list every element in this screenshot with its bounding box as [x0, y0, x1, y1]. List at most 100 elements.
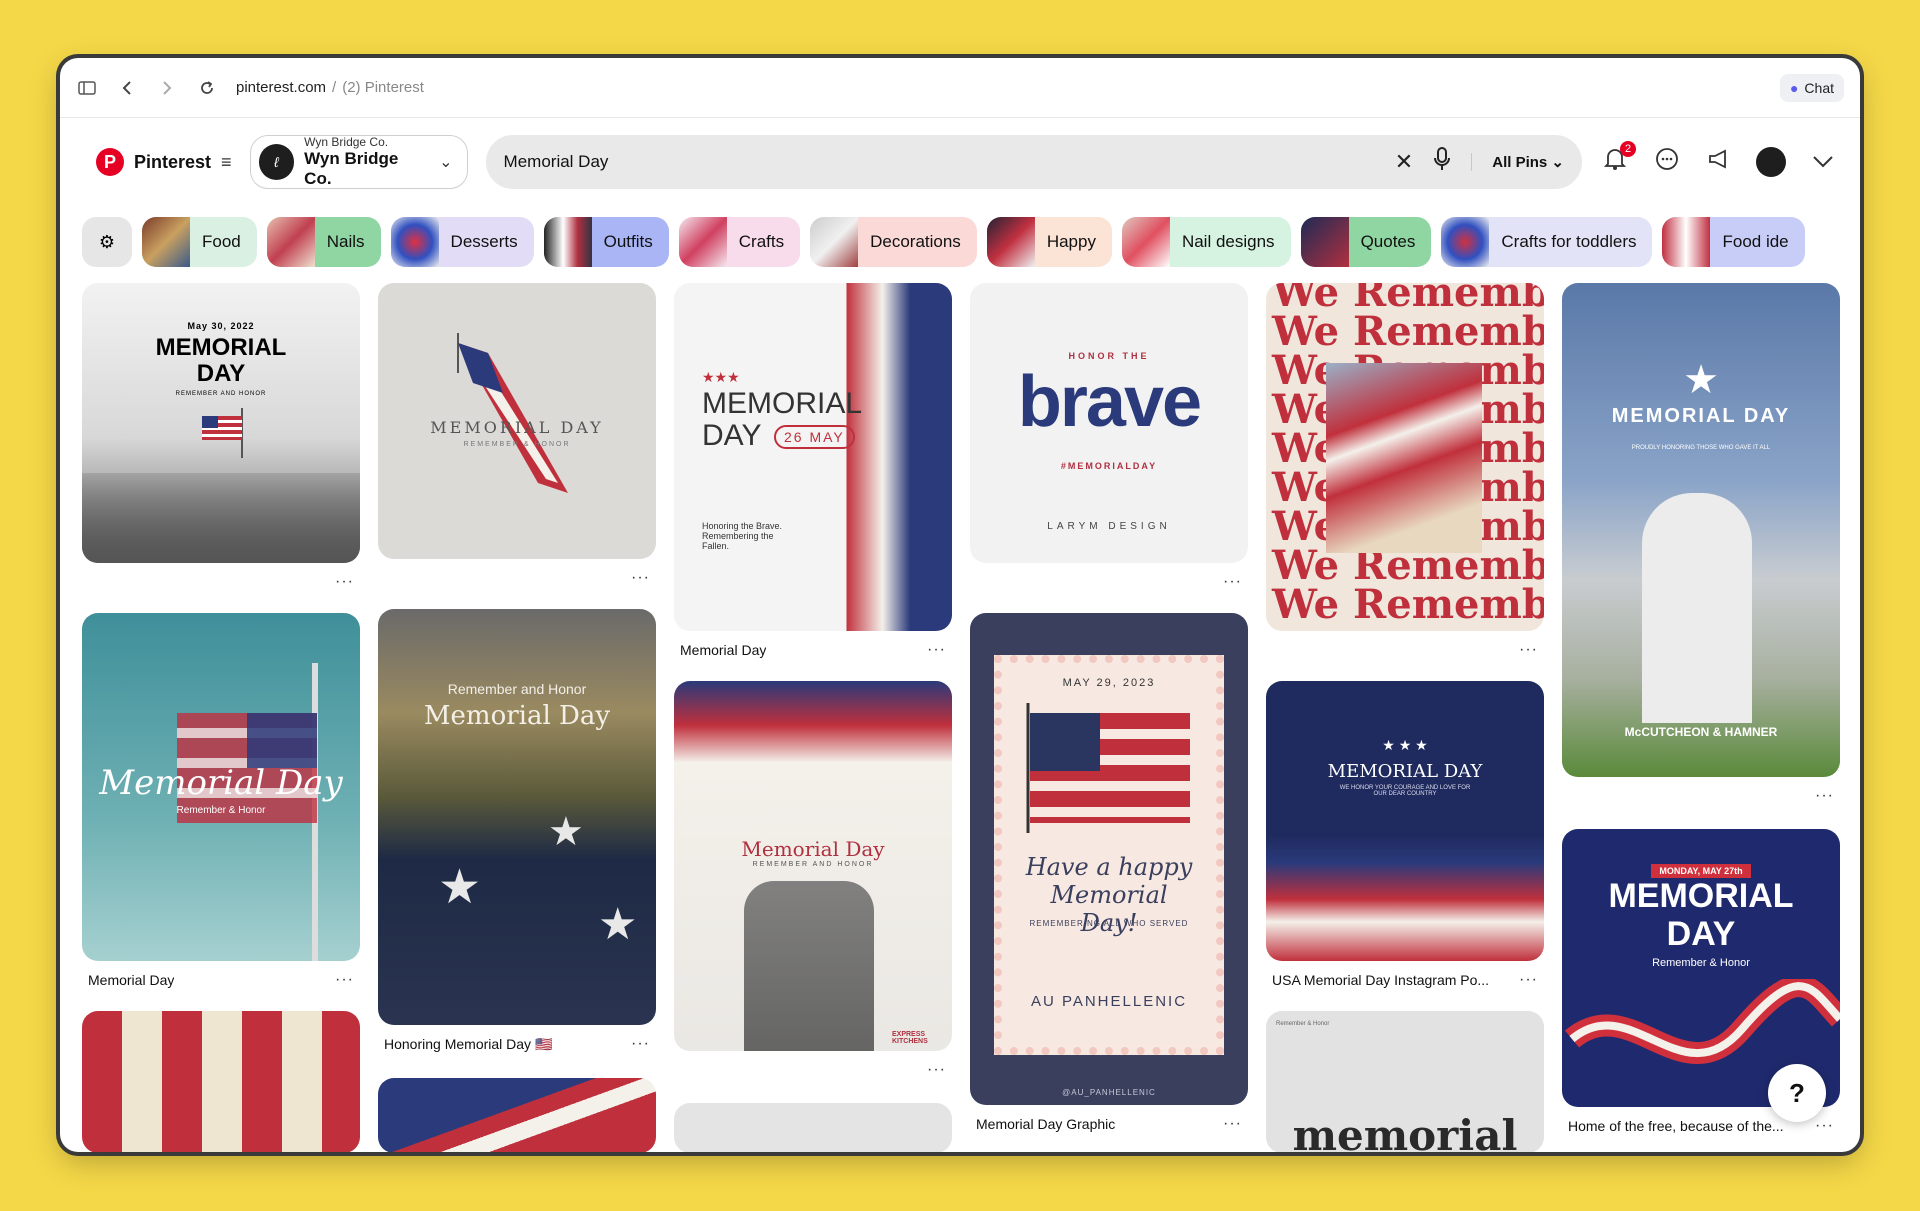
updates-megaphone-icon[interactable] — [1704, 148, 1734, 176]
clear-search-icon[interactable]: ✕ — [1395, 149, 1413, 175]
sidebar-toggle-icon[interactable] — [76, 77, 98, 99]
messages-icon[interactable] — [1652, 147, 1682, 177]
notification-badge: 2 — [1620, 141, 1636, 157]
pin-image[interactable] — [674, 1103, 952, 1152]
pin-heading: memorial — [1292, 1111, 1518, 1152]
pin-footer: Memorial Day ··· — [82, 961, 360, 991]
pin-card[interactable]: MEMORIAL DAY REMEMBER & HONOR ··· — [378, 283, 656, 589]
pin-card[interactable]: Memorial Day REMEMBER AND HONOR EXPRESS … — [674, 681, 952, 1081]
pin-image[interactable]: Memorial Day Remember & Honor — [82, 613, 360, 961]
pin-image[interactable] — [82, 1011, 360, 1152]
chip-food[interactable]: Food — [142, 217, 257, 267]
star-icon: ★ — [548, 810, 584, 854]
forward-icon[interactable] — [156, 77, 178, 99]
chip-label: Happy — [1046, 232, 1096, 251]
chip-quotes[interactable]: Quotes — [1300, 217, 1432, 267]
pin-image[interactable]: MEMORIAL DAY REMEMBER & HONOR — [378, 283, 656, 559]
pin-image[interactable]: MAY 29, 2023 Have a happy Memorial Day! … — [970, 613, 1248, 1105]
more-options-icon[interactable]: ··· — [927, 641, 946, 659]
chip-nail-designs[interactable]: Nail designs — [1121, 217, 1291, 267]
chip-thumbnail — [1121, 217, 1170, 267]
chip-decorations[interactable]: Decorations — [810, 217, 977, 267]
pin-stars: ★★★ — [702, 369, 740, 385]
pin-image[interactable]: Remember and Honor Memorial Day ★ ★ ★ — [378, 609, 656, 1025]
pin-image[interactable]: We Remember We Remember We Remember We R… — [1266, 283, 1544, 631]
back-icon[interactable] — [116, 77, 138, 99]
pin-title: Home of the free, because of the... — [1568, 1118, 1784, 1134]
more-options-icon[interactable]: ··· — [631, 1035, 650, 1053]
account-switcher[interactable]: ℓ Wyn Bridge Co. Wyn Bridge Co. ⌄ — [249, 135, 468, 189]
pin-card[interactable] — [82, 1011, 360, 1152]
pin-image[interactable]: HONOR THE brave #MEMORIALDAY LARYM DESIG… — [970, 283, 1248, 563]
chip-crafts[interactable]: Crafts — [678, 217, 801, 267]
pin-card[interactable]: HONOR THE brave #MEMORIALDAY LARYM DESIG… — [970, 283, 1248, 593]
more-options-icon[interactable]: ··· — [1223, 573, 1242, 591]
pin-image[interactable]: Remember & Honor memorial — [1266, 1011, 1544, 1152]
chip-label: Desserts — [450, 232, 518, 251]
notifications-icon[interactable]: 2 — [1600, 141, 1636, 177]
pin-image[interactable] — [378, 1078, 656, 1152]
more-options-icon[interactable]: ··· — [927, 1061, 946, 1079]
address-bar[interactable]: pinterest.com / (2) Pinterest — [236, 79, 424, 96]
pin-subheading: Remember & Honor — [176, 805, 266, 816]
search-input[interactable]: Memorial Day — [504, 152, 1375, 172]
chip-thumbnail — [266, 217, 315, 267]
chip-crafts-for-toddlers[interactable]: Crafts for toddlers — [1441, 217, 1653, 267]
pin-footer: ··· — [970, 563, 1248, 593]
reload-icon[interactable] — [196, 77, 218, 99]
search-bar[interactable]: Memorial Day ✕ All Pins ⌄ — [485, 135, 1582, 189]
profile-avatar[interactable] — [1756, 147, 1786, 177]
chevron-down-icon: ⌄ — [1551, 154, 1564, 171]
help-button[interactable]: ? — [1768, 1064, 1826, 1122]
more-options-icon[interactable]: ··· — [1815, 1117, 1834, 1135]
filters-icon[interactable]: ⚙ — [82, 217, 132, 267]
stamp-frame: MAY 29, 2023 Have a happy Memorial Day! … — [994, 655, 1224, 1055]
more-options-icon[interactable]: ··· — [335, 573, 354, 591]
pin-image[interactable]: ★ MEMORIAL DAY PROUDLY HONORING THOSE WH… — [1562, 283, 1840, 777]
pin-card[interactable]: ★ ★ ★ MEMORIAL DAY WE HONOR YOUR COURAGE… — [1266, 681, 1544, 991]
pin-image[interactable]: Memorial Day REMEMBER AND HONOR EXPRESS … — [674, 681, 952, 1051]
pin-card[interactable]: MAY 29, 2023 Have a happy Memorial Day! … — [970, 613, 1248, 1135]
pin-footer: ··· — [674, 1051, 952, 1081]
pin-image[interactable]: May 30, 2022 MEMORIAL DAY REMEMBER AND H… — [82, 283, 360, 563]
pin-card[interactable]: We Remember We Remember We Remember We R… — [1266, 283, 1544, 661]
chip-happy[interactable]: Happy — [986, 217, 1112, 267]
pinterest-logo[interactable]: Pinterest ≡ — [82, 148, 232, 176]
pin-card[interactable] — [378, 1078, 656, 1152]
all-pins-filter[interactable]: All Pins ⌄ — [1471, 153, 1564, 171]
pin-card[interactable]: ★★★ MEMORIAL DAY 26 MAY Honoring the Bra… — [674, 283, 952, 661]
pin-card[interactable]: ★ MEMORIAL DAY PROUDLY HONORING THOSE WH… — [1562, 283, 1840, 807]
pin-footer: ··· — [1266, 631, 1544, 661]
chip-desserts[interactable]: Desserts — [390, 217, 534, 267]
more-options-icon[interactable]: ··· — [1519, 971, 1538, 989]
more-options-icon[interactable]: ··· — [1815, 787, 1834, 805]
flag-icon — [202, 408, 243, 458]
more-options-icon[interactable]: ··· — [335, 971, 354, 989]
chip-nails[interactable]: Nails — [266, 217, 381, 267]
pin-image[interactable]: ★★★ MEMORIAL DAY 26 MAY Honoring the Bra… — [674, 283, 952, 631]
pin-card[interactable] — [674, 1103, 952, 1152]
chat-button[interactable]: ● Chat — [1779, 73, 1844, 102]
pin-card[interactable]: Remember and Honor Memorial Day ★ ★ ★ Ho… — [378, 609, 656, 1055]
chip-food-ideas[interactable]: Food ide — [1662, 217, 1805, 267]
account-label-big: Wyn Bridge Co. — [304, 149, 399, 188]
pin-image[interactable]: ★ ★ ★ MEMORIAL DAY WE HONOR YOUR COURAGE… — [1266, 681, 1544, 961]
pin-card[interactable]: May 30, 2022 MEMORIAL DAY REMEMBER AND H… — [82, 283, 360, 593]
refine-chips: ⚙ Food Nails Desserts Outfits Crafts Dec… — [60, 212, 1860, 272]
microphone-icon[interactable] — [1433, 147, 1451, 177]
chip-label: Crafts for toddlers — [1501, 232, 1637, 251]
more-options-icon[interactable]: ··· — [1223, 1115, 1242, 1133]
pin-title: Memorial Day — [680, 642, 767, 658]
more-options-icon[interactable]: ··· — [1519, 641, 1538, 659]
headstone — [1642, 493, 1752, 723]
brand-name: Pinterest — [134, 151, 212, 172]
account-text: Wyn Bridge Co. Wyn Bridge Co. — [304, 135, 429, 189]
more-options-icon[interactable]: ··· — [631, 569, 650, 587]
accounts-chevron-icon[interactable] — [1808, 149, 1838, 175]
flag-icon — [1026, 703, 1190, 833]
menu-icon[interactable]: ≡ — [221, 152, 232, 173]
pin-card[interactable]: Memorial Day Remember & Honor Memorial D… — [82, 613, 360, 991]
pin-subheading: Remember & Honor — [1652, 957, 1750, 969]
pin-card[interactable]: Remember & Honor memorial — [1266, 1011, 1544, 1152]
chip-outfits[interactable]: Outfits — [543, 217, 669, 267]
